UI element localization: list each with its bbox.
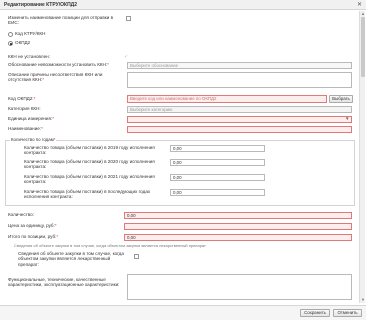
dialog-footer: Сохранить Отменить (0, 305, 366, 320)
radio-ktru[interactable] (8, 32, 13, 37)
unit-label: Единица измерения:* (8, 116, 55, 121)
reason-textarea[interactable] (127, 72, 352, 88)
kkn-category-select[interactable]: Выберите категорию (127, 106, 352, 113)
unit-select[interactable] (127, 116, 352, 123)
quantity-input[interactable]: 0,00 (124, 212, 352, 219)
year-later-label: Количество товара (объем поставки) в пос… (24, 189, 151, 200)
kkn-not-set-label: ККН не установлен: (8, 54, 50, 59)
total-label: Итого по позиции, руб:* (8, 234, 59, 239)
radio-okpd-label: ОКПД2 (15, 40, 31, 45)
okpd-code-label: Код ОКПД2:* (8, 96, 36, 101)
okpd-code-input[interactable]: Введите код или наименование по ОКПД2 (127, 95, 327, 103)
year-2021-label: Количество товара (объем поставки) в 202… (24, 174, 155, 185)
drug-hint: Сведения об объекте закупки в том случае… (14, 243, 206, 248)
radio-okpd[interactable] (8, 41, 13, 46)
close-icon[interactable]: ✕ (357, 1, 362, 8)
characteristics-label: Функциональные, технические, качественны… (8, 277, 120, 288)
radio-ktru-label: Код КТРУ/ККН (15, 31, 46, 36)
kkn-not-set-check-icon[interactable]: ✓ (124, 54, 128, 60)
cancel-button[interactable]: Отменить (333, 309, 362, 317)
scrollbar-thumb[interactable] (361, 17, 365, 77)
name-input[interactable] (127, 126, 352, 133)
total-input[interactable]: 0,00 (124, 234, 352, 241)
fieldset-title: Количество по годам* (10, 137, 57, 142)
scroll-up-icon[interactable]: ▲ (361, 12, 365, 16)
name-label: Наименование:* (8, 126, 43, 131)
year-2019-label: Количество товара (объем поставки) в 201… (24, 145, 155, 156)
save-button[interactable]: Сохранить (300, 309, 330, 317)
kkn-category-label: Категория ККН: (8, 106, 41, 111)
drug-checkbox[interactable] (134, 254, 139, 259)
scroll-down-icon[interactable]: ▼ (361, 298, 365, 302)
year-2021-input[interactable]: 0,00 (170, 174, 265, 181)
change-name-label: Изменить наименование позиции для отправ… (8, 15, 114, 26)
quantity-label: Количество: (8, 212, 34, 217)
window-title: Редактирование КТРУ/ОКПД2 (4, 2, 78, 8)
unit-price-label: Цена за единицу, руб:* (8, 223, 57, 228)
impossibility-select[interactable]: Выберите обоснование (127, 62, 352, 69)
drug-label: Сведения об объекте закупки в том случае… (18, 251, 124, 267)
change-name-checkbox[interactable] (126, 16, 131, 21)
choose-button[interactable]: Выбрать (329, 95, 353, 103)
year-2020-input[interactable]: 0,00 (170, 159, 265, 166)
chevron-down-icon[interactable]: ▼ (345, 116, 349, 121)
reason-label: Описание причины несоответствия ККН или … (8, 72, 103, 83)
window-titlebar: Редактирование КТРУ/ОКПД2 ✕ (0, 0, 366, 10)
year-2019-input[interactable]: 0,00 (170, 145, 265, 152)
characteristics-textarea[interactable] (127, 274, 352, 300)
unit-price-input[interactable] (124, 223, 352, 230)
year-2020-label: Количество товара (объем поставки) в 202… (24, 159, 155, 170)
year-later-input[interactable]: 0,00 (170, 189, 265, 196)
vertical-scrollbar[interactable]: ▲ ▼ (359, 11, 365, 303)
impossibility-label: Обоснование невозможности установить ККН… (8, 62, 109, 67)
